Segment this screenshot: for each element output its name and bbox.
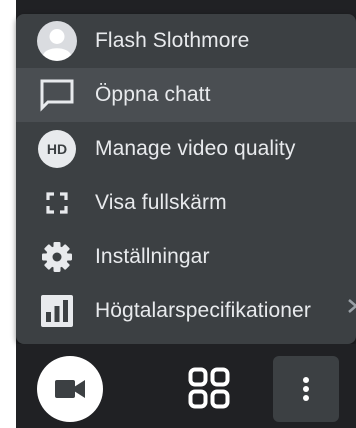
gear-icon [37,237,77,277]
menu-item-label: Manage video quality [95,137,296,160]
grid-layout-icon [188,367,230,409]
menu-item-open-chat[interactable]: Öppna chatt [16,68,356,122]
menu-item-profile[interactable]: Flash Slothmore [16,14,356,68]
menu-item-label: Visa fullskärm [95,191,227,214]
bar-chart-icon [37,291,77,331]
hd-icon-text: HD [47,141,67,157]
more-options-button[interactable] [273,356,339,422]
chevron-right-icon[interactable] [346,297,356,315]
menu-item-label: Högtalarspecifikationer [95,299,311,322]
camera-toggle-button[interactable] [37,356,103,422]
call-toolbar [16,344,356,428]
menu-item-label: Inställningar [95,245,210,268]
menu-item-label: Flash Slothmore [95,29,250,52]
layout-button[interactable] [179,358,239,418]
hd-icon: HD [37,129,77,169]
menu-item-speaker-specs[interactable]: Högtalarspecifikationer [16,284,356,338]
menu-item-label: Öppna chatt [95,83,211,106]
menu-item-video-quality[interactable]: HD Manage video quality [16,122,356,176]
menu-item-fullscreen[interactable]: Visa fullskärm [16,176,356,230]
more-vertical-icon [303,377,309,401]
video-camera-icon [55,380,85,398]
call-screen: Flash Slothmore Öppna chatt HD Manage vi… [0,0,356,428]
fullscreen-icon [37,183,77,223]
avatar-icon [37,21,77,61]
chat-icon [37,75,77,115]
more-options-menu: Flash Slothmore Öppna chatt HD Manage vi… [16,14,356,344]
menu-item-settings[interactable]: Inställningar [16,230,356,284]
